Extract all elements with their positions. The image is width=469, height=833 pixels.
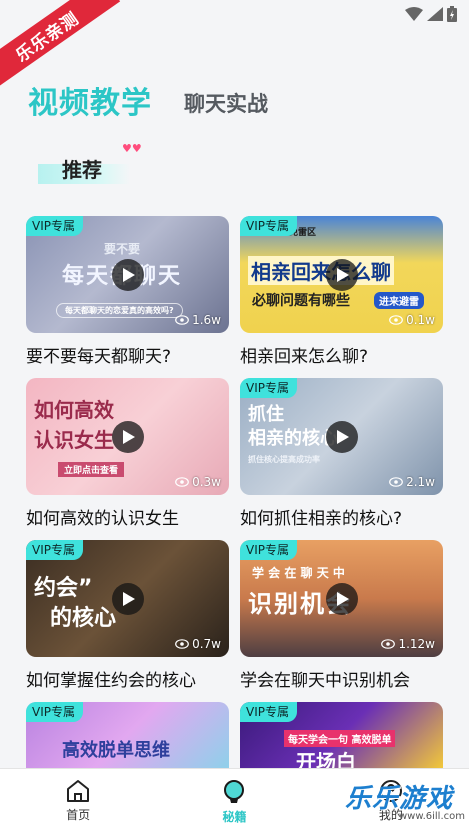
play-button[interactable] [111, 420, 144, 453]
video-thumbnail[interactable]: 要不要 每天都聊天 每天都聊天的恋爱真的高效吗? VIP专属 1.6w [26, 216, 229, 333]
vip-badge: VIP专属 [240, 216, 297, 236]
play-icon [123, 267, 135, 282]
video-thumbnail[interactable]: 学 会 在 聊 天 中 识别机会 VIP专属 1.12w [240, 540, 443, 657]
play-button[interactable] [325, 258, 358, 291]
play-icon [337, 429, 349, 444]
nav-secrets[interactable]: 秘籍 [156, 769, 312, 833]
nav-secrets-label: 秘籍 [222, 810, 247, 824]
nav-home[interactable]: 首页 [0, 769, 156, 833]
video-thumbnail[interactable]: 抓住 相亲的核心 抓住核心提高成功率 VIP专属 2.1w [240, 378, 443, 495]
view-count: 0.3w [175, 475, 221, 489]
thumb-text: 立即点击查看 [58, 462, 125, 477]
thumb-text: 约会” [34, 576, 93, 601]
view-count: 0.1w [389, 313, 435, 327]
video-title[interactable]: 要不要每天都聊天? [26, 342, 229, 367]
view-count: 1.12w [381, 637, 435, 651]
top-tabs: 视频教学 聊天实战 [28, 78, 268, 122]
thumb-text: 学 会 在 聊 天 中 [252, 566, 345, 580]
thumb-text: 相亲回来怎么聊 [248, 256, 394, 285]
video-thumbnail[interactable]: 高效脱单思维 VIP专属 [26, 702, 229, 768]
video-thumbnail[interactable]: 每天学会一句 高效脱单 开场白 VIP专属 [240, 702, 443, 768]
eye-icon [389, 315, 403, 325]
tab-video-tutorial[interactable]: 视频教学 [28, 78, 152, 122]
video-card[interactable]: 如何高效 认识女生 立即点击查看 0.3w 如何高效的认识女生 [26, 378, 229, 529]
thumb-text: 抓住核心提高成功率 [248, 455, 320, 464]
eye-icon [381, 639, 396, 649]
thumb-text: 抓住 [248, 404, 284, 425]
thumb-text: 如何高效 [34, 398, 114, 422]
video-card[interactable]: 避免雷区 相亲回来怎么聊 必聊问题有哪些 进来避雷 VIP专属 0.1w 相亲回… [240, 216, 443, 367]
thumb-text: 认识女生 [34, 428, 114, 452]
thumb-text: 高效脱单思维 [62, 740, 170, 761]
video-title[interactable]: 如何掌握住约会的核心 [26, 666, 229, 691]
video-card[interactable]: 约会” 的核心 VIP专属 0.7w 如何掌握住约会的核心 [26, 540, 229, 691]
view-count-value: 0.7w [192, 637, 221, 651]
thumb-text: 要不要 [104, 242, 141, 256]
play-icon [123, 429, 135, 444]
video-title[interactable]: 如何抓住相亲的核心? [240, 504, 443, 529]
video-title[interactable]: 相亲回来怎么聊? [240, 342, 443, 367]
video-title[interactable]: 如何高效的认识女生 [26, 504, 229, 529]
video-thumbnail[interactable]: 如何高效 认识女生 立即点击查看 0.3w [26, 378, 229, 495]
thumb-text: 每天都聊天的恋爱真的高效吗? [56, 303, 183, 318]
battery-icon [447, 6, 457, 22]
video-card[interactable]: 学 会 在 聊 天 中 识别机会 VIP专属 1.12w 学会在聊天中识别机会 [240, 540, 443, 691]
thumb-text: 每天学会一句 高效脱单 [284, 730, 396, 747]
video-thumbnail[interactable]: 约会” 的核心 VIP专属 0.7w [26, 540, 229, 657]
thumb-text: 进来避雷 [374, 292, 424, 309]
thumb-text: 的核心 [50, 606, 117, 631]
play-button[interactable] [111, 582, 144, 615]
play-button[interactable] [325, 420, 358, 453]
vip-badge: VIP专属 [240, 378, 297, 398]
play-button[interactable] [111, 258, 144, 291]
vip-badge: VIP专属 [26, 540, 83, 560]
tab-chat-practice[interactable]: 聊天实战 [184, 88, 268, 122]
section-title-text: 推荐 [62, 158, 102, 182]
signal-icon [427, 7, 443, 21]
view-count: 1.6w [175, 313, 221, 327]
thumb-text: 开场白 [296, 750, 356, 768]
thumb-text: 必聊问题有哪些 [252, 293, 350, 309]
video-title[interactable]: 学会在聊天中识别机会 [240, 666, 443, 691]
home-icon [67, 780, 90, 802]
play-icon [337, 591, 349, 606]
hearts-icon: ♥♥ [122, 142, 142, 155]
play-icon [337, 267, 349, 282]
vip-badge: VIP专属 [240, 702, 297, 722]
video-card[interactable]: 抓住 相亲的核心 抓住核心提高成功率 VIP专属 2.1w 如何抓住相亲的核心? [240, 378, 443, 529]
play-icon [123, 591, 135, 606]
video-card[interactable]: 每天学会一句 高效脱单 开场白 VIP专属 [240, 702, 443, 768]
view-count-value: 0.1w [406, 313, 435, 327]
eye-icon [389, 477, 403, 487]
thumb-text: 相亲的核心 [248, 428, 338, 449]
view-count-value: 1.12w [398, 637, 435, 651]
nav-home-label: 首页 [66, 808, 91, 822]
view-count: 2.1w [389, 475, 435, 489]
section-title: 推荐 [38, 150, 130, 186]
bulb-icon [224, 780, 245, 803]
video-card[interactable]: 要不要 每天都聊天 每天都聊天的恋爱真的高效吗? VIP专属 1.6w 要不要每… [26, 216, 229, 367]
eye-icon [175, 315, 189, 325]
view-count-value: 2.1w [406, 475, 435, 489]
view-count: 0.7w [175, 637, 221, 651]
video-card[interactable]: 高效脱单思维 VIP专属 [26, 702, 229, 768]
view-count-value: 1.6w [192, 313, 221, 327]
play-button[interactable] [325, 582, 358, 615]
watermark-logo: 乐乐游戏 www.6ill.com [345, 778, 465, 830]
vip-badge: VIP专属 [26, 216, 83, 236]
wifi-icon [405, 7, 423, 21]
status-icons [405, 6, 457, 22]
vip-badge: VIP专属 [240, 540, 297, 560]
watermark-text: 乐乐游戏 [345, 784, 454, 814]
eye-icon [175, 477, 189, 487]
eye-icon [175, 639, 189, 649]
view-count-value: 0.3w [192, 475, 221, 489]
video-thumbnail[interactable]: 避免雷区 相亲回来怎么聊 必聊问题有哪些 进来避雷 VIP专属 0.1w [240, 216, 443, 333]
vip-badge: VIP专属 [26, 702, 83, 722]
